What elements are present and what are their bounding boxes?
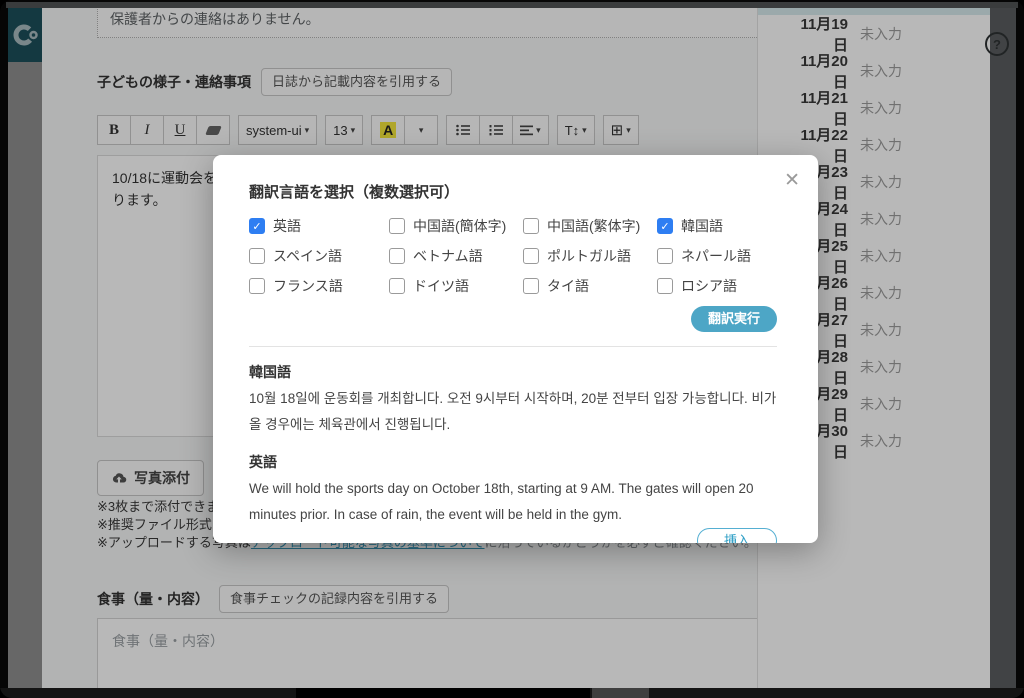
translation-modal: ✕ 翻訳言語を選択（複数選択可） 英語 中国語(簡体字) 中国語(繁体字) 韓国… bbox=[213, 155, 818, 543]
close-icon[interactable]: ✕ bbox=[784, 171, 800, 190]
language-label: 韓国語 bbox=[681, 216, 723, 236]
modal-divider bbox=[249, 346, 777, 347]
checkbox-icon[interactable] bbox=[657, 218, 673, 234]
language-checkbox-item[interactable]: 韓国語 bbox=[657, 216, 777, 236]
language-checkbox-item[interactable]: ネパール語 bbox=[657, 246, 777, 266]
checkbox-icon[interactable] bbox=[389, 278, 405, 294]
checkbox-icon[interactable] bbox=[523, 248, 539, 264]
language-checkbox-grid: 英語 中国語(簡体字) 中国語(繁体字) 韓国語 スペイン語 ベトナム語 ポルト… bbox=[249, 216, 777, 296]
language-label: タイ語 bbox=[547, 276, 589, 296]
language-checkbox-item[interactable]: 中国語(繁体字) bbox=[523, 216, 657, 236]
app-canvas: 保護者からの連絡はありません。 子どもの様子・連絡事項 日誌から記載内容を引用す… bbox=[8, 8, 1016, 688]
checkbox-icon[interactable] bbox=[523, 218, 539, 234]
result-language-english: 英語 bbox=[249, 452, 777, 472]
os-window: 保護者からの連絡はありません。 子どもの様子・連絡事項 日誌から記載内容を引用す… bbox=[0, 0, 1024, 698]
result-text-english: We will hold the sports day on October 1… bbox=[249, 476, 777, 527]
result-language-korean: 韓国語 bbox=[249, 362, 777, 382]
language-label: スペイン語 bbox=[273, 246, 342, 266]
checkbox-icon[interactable] bbox=[389, 218, 405, 234]
language-checkbox-item[interactable]: フランス語 bbox=[249, 276, 389, 296]
language-label: 中国語(繁体字) bbox=[547, 216, 640, 236]
language-label: 中国語(簡体字) bbox=[413, 216, 506, 236]
language-checkbox-item[interactable]: ロシア語 bbox=[657, 276, 777, 296]
language-label: ネパール語 bbox=[681, 246, 751, 266]
insert-row: 挿入 bbox=[249, 528, 777, 543]
language-label: ポルトガル語 bbox=[547, 246, 631, 266]
dock-segment-light bbox=[592, 688, 649, 698]
modal-actions: 翻訳実行 bbox=[249, 306, 777, 332]
checkbox-icon[interactable] bbox=[389, 248, 405, 264]
language-checkbox-item[interactable]: タイ語 bbox=[523, 276, 657, 296]
checkbox-icon[interactable] bbox=[249, 278, 265, 294]
language-label: ドイツ語 bbox=[413, 276, 469, 296]
checkbox-icon[interactable] bbox=[249, 248, 265, 264]
language-checkbox-item[interactable]: スペイン語 bbox=[249, 246, 389, 266]
language-checkbox-item[interactable]: 英語 bbox=[249, 216, 389, 236]
language-checkbox-item[interactable]: 中国語(簡体字) bbox=[389, 216, 523, 236]
run-translation-button[interactable]: 翻訳実行 bbox=[691, 306, 777, 332]
language-label: ロシア語 bbox=[681, 276, 737, 296]
language-label: ベトナム語 bbox=[413, 246, 483, 266]
language-label: フランス語 bbox=[273, 276, 343, 296]
modal-title: 翻訳言語を選択（複数選択可） bbox=[249, 181, 777, 202]
language-checkbox-item[interactable]: ドイツ語 bbox=[389, 276, 523, 296]
language-checkbox-item[interactable]: ベトナム語 bbox=[389, 246, 523, 266]
result-text-korean: 10월 18일에 운동회를 개최합니다. 오전 9시부터 시작하며, 20분 전… bbox=[249, 386, 777, 437]
checkbox-icon[interactable] bbox=[523, 278, 539, 294]
checkbox-icon[interactable] bbox=[249, 218, 265, 234]
bottom-window-edge bbox=[0, 688, 1024, 698]
insert-button[interactable]: 挿入 bbox=[697, 528, 777, 543]
dock-segment-dark bbox=[296, 688, 590, 698]
language-label: 英語 bbox=[273, 216, 301, 236]
checkbox-icon[interactable] bbox=[657, 248, 673, 264]
language-checkbox-item[interactable]: ポルトガル語 bbox=[523, 246, 657, 266]
checkbox-icon[interactable] bbox=[657, 278, 673, 294]
